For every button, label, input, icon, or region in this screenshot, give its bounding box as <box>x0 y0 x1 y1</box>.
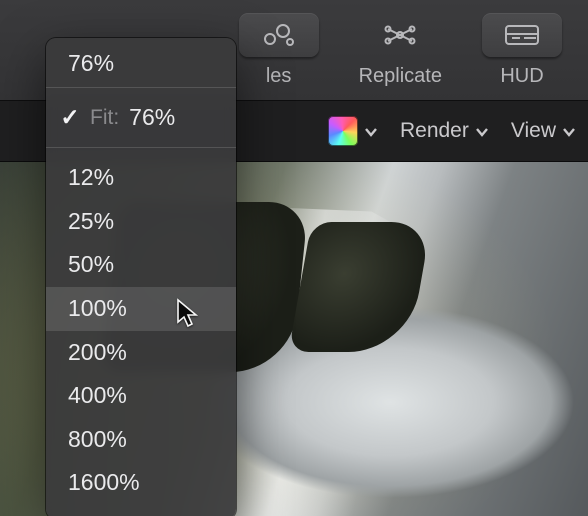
zoom-dropdown-panel: 76% ✓ Fit: 76% 12%25%50%100%200%400%800%… <box>46 38 236 516</box>
zoom-current-value[interactable]: 76% <box>46 38 236 87</box>
zoom-level-item[interactable]: 400% <box>46 374 236 418</box>
render-dropdown[interactable]: Render <box>400 119 489 143</box>
zoom-level-item[interactable]: 25% <box>46 200 236 244</box>
color-well-icon <box>328 116 358 146</box>
particles-icon <box>239 13 319 57</box>
tool-replicate[interactable]: Replicate <box>359 13 442 88</box>
view-dropdown[interactable]: View <box>511 119 576 143</box>
tool-hud[interactable]: HUD <box>482 13 562 88</box>
color-well-dropdown[interactable] <box>328 116 378 146</box>
chevron-down-icon <box>562 119 576 143</box>
chevron-down-icon <box>475 119 489 143</box>
view-label: View <box>511 119 556 143</box>
zoom-level-item[interactable]: 100% <box>46 287 236 331</box>
app-root: les Replicate HU <box>0 0 588 516</box>
zoom-fit-value: 76% <box>129 104 175 131</box>
zoom-level-list: 12%25%50%100%200%400%800%1600% <box>46 148 236 516</box>
tool-particles-label: les <box>266 65 292 88</box>
replicate-icon <box>360 13 440 57</box>
checkmark-icon: ✓ <box>60 104 80 131</box>
chevron-down-icon <box>364 119 378 143</box>
render-label: Render <box>400 119 469 143</box>
tool-replicate-label: Replicate <box>359 65 442 88</box>
tool-hud-label: HUD <box>500 65 543 88</box>
zoom-level-item[interactable]: 800% <box>46 418 236 462</box>
zoom-level-item[interactable]: 200% <box>46 331 236 375</box>
zoom-fit-row[interactable]: ✓ Fit: 76% <box>46 88 236 147</box>
hud-icon <box>482 13 562 57</box>
zoom-level-item[interactable]: 12% <box>46 156 236 200</box>
tool-particles[interactable]: les <box>239 13 319 88</box>
zoom-level-item[interactable]: 1600% <box>46 461 236 505</box>
fit-label: Fit: <box>90 106 119 130</box>
zoom-level-item[interactable]: 50% <box>46 243 236 287</box>
